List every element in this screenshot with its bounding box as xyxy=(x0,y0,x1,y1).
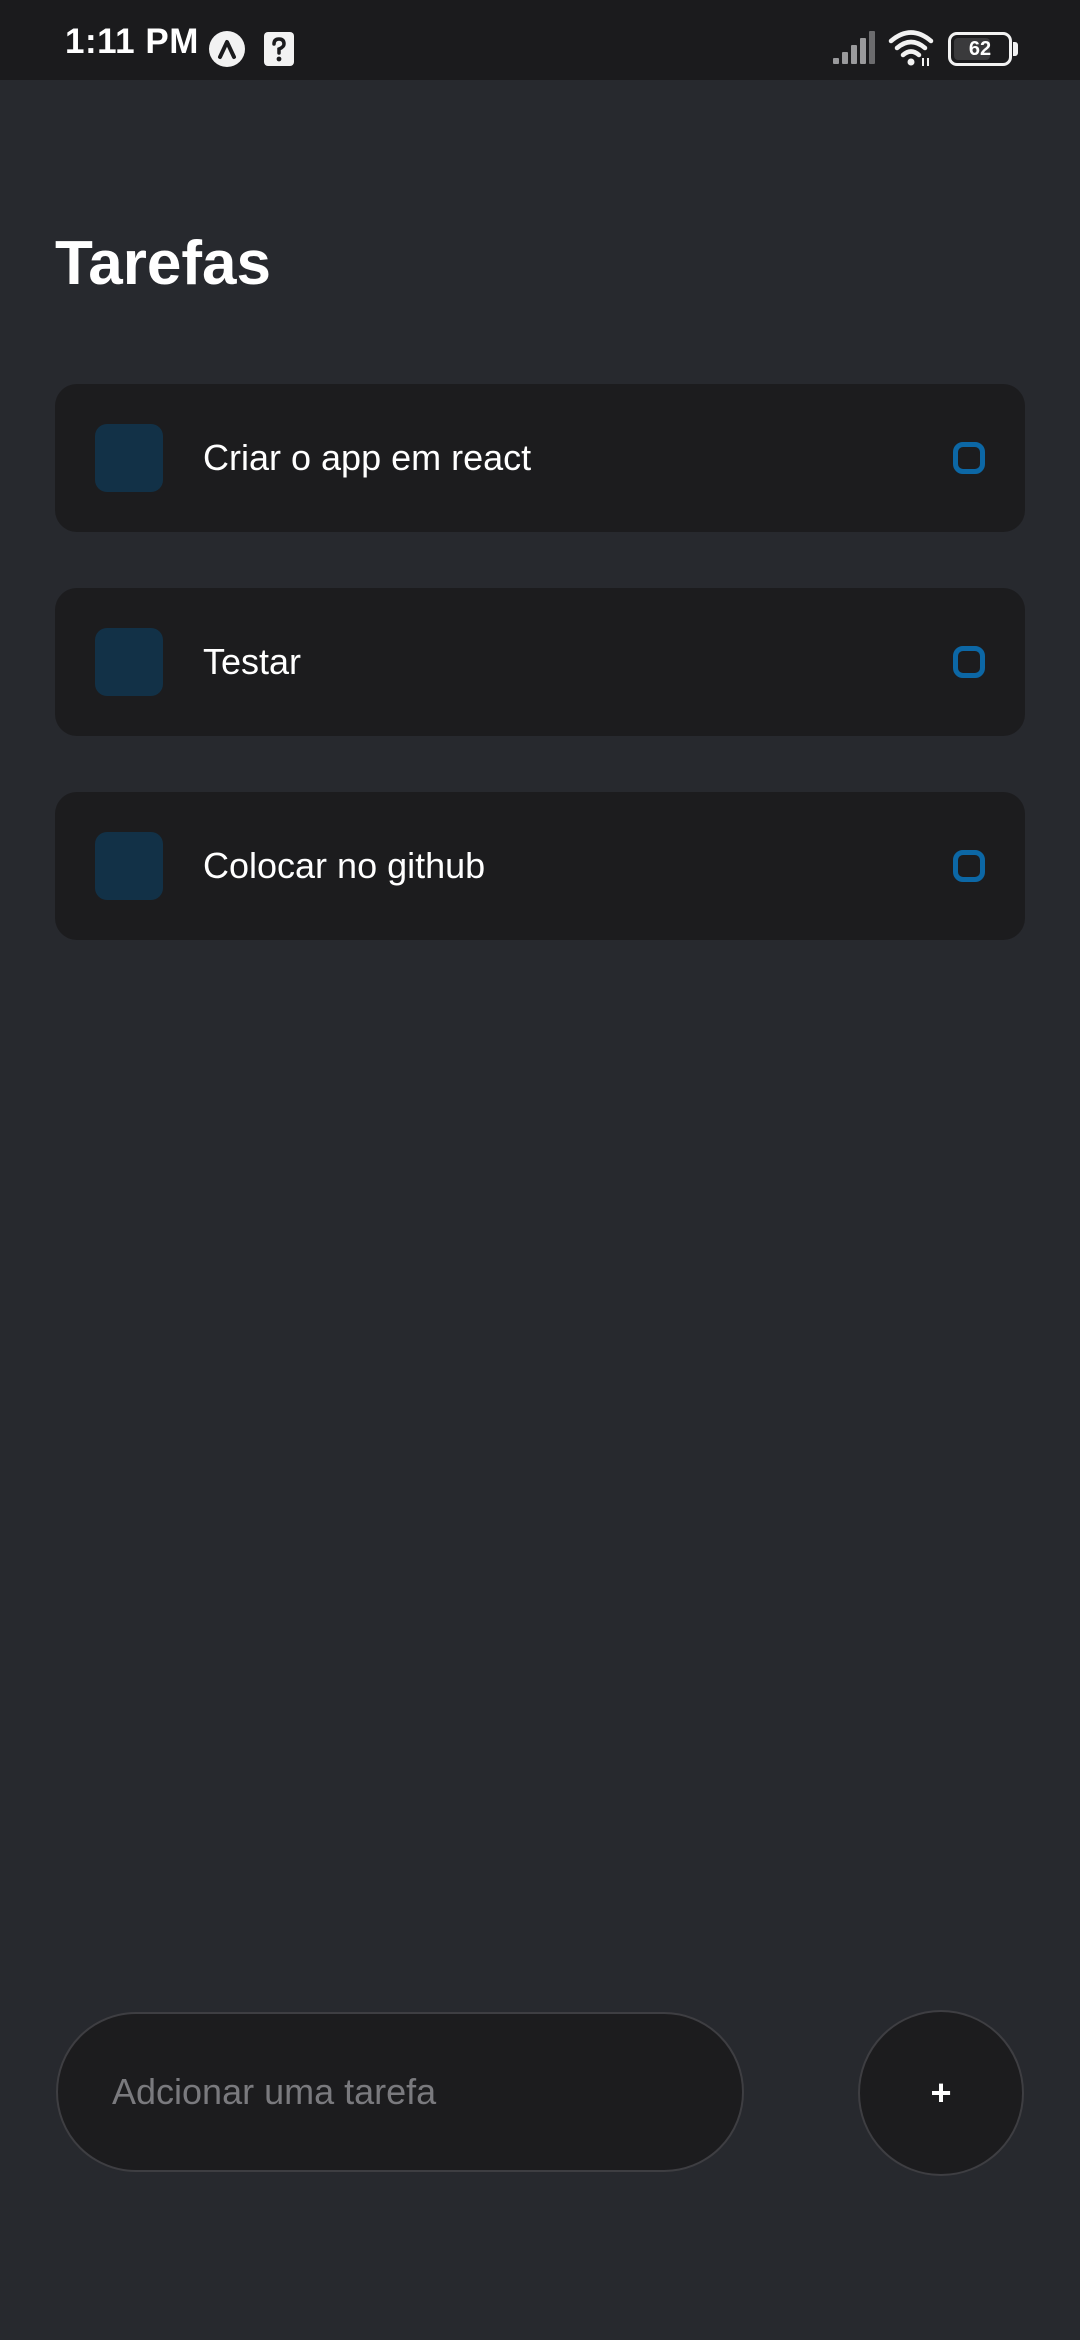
task-item[interactable]: Testar xyxy=(55,588,1025,736)
task-label: Criar o app em react xyxy=(203,437,532,478)
page-title: Tarefas xyxy=(55,229,271,298)
task-circle-icon[interactable] xyxy=(953,442,985,474)
task-square-icon xyxy=(95,628,163,696)
signal-icon xyxy=(833,30,877,66)
battery-level: 62 xyxy=(968,38,992,60)
status-time: 1:11 PM xyxy=(65,22,199,61)
add-task-button[interactable]: + xyxy=(858,2010,1024,2176)
task-square-icon xyxy=(95,832,163,900)
task-label: Testar xyxy=(203,641,302,682)
wifi-icon xyxy=(888,28,934,68)
battery-icon: 62 xyxy=(948,32,1012,66)
expo-app-icon xyxy=(209,31,245,67)
new-task-input[interactable] xyxy=(56,2012,744,2172)
task-square-icon xyxy=(95,424,163,492)
status-bar: 1:11 PM 62 xyxy=(0,0,1080,80)
task-circle-icon[interactable] xyxy=(953,850,985,882)
task-label: Colocar no github xyxy=(203,845,486,886)
task-item[interactable]: Colocar no github xyxy=(55,792,1025,940)
task-list: Criar o app em react Testar Colocar no g… xyxy=(55,384,1025,996)
task-circle-icon[interactable] xyxy=(953,646,985,678)
help-icon xyxy=(264,32,294,66)
battery-tip xyxy=(1013,42,1018,56)
task-item[interactable]: Criar o app em react xyxy=(55,384,1025,532)
